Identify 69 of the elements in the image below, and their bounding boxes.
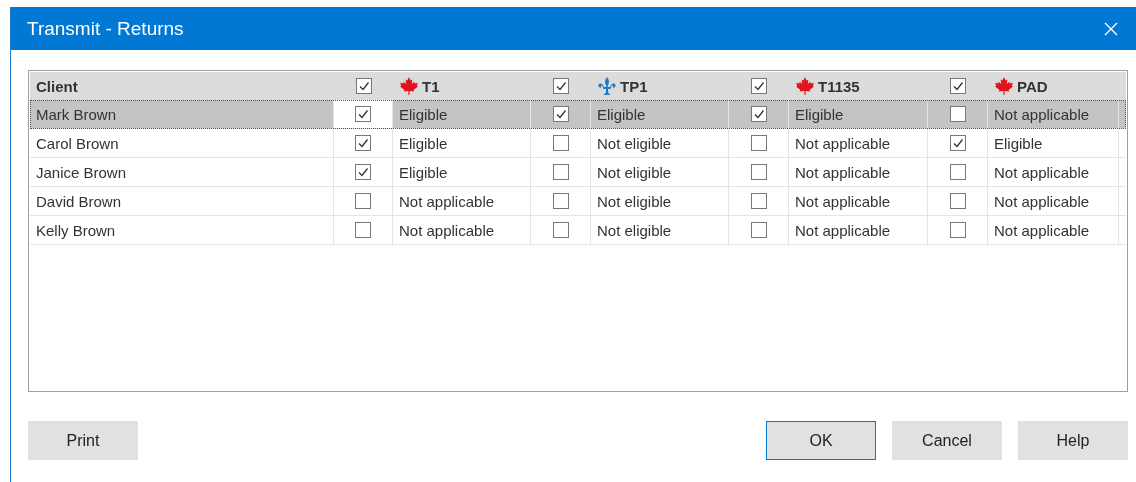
close-icon[interactable]	[1104, 21, 1118, 36]
checkbox[interactable]	[355, 193, 371, 209]
column-header: PAD	[1017, 77, 1048, 95]
checkbox[interactable]	[552, 222, 569, 238]
status-text: Not eligible	[597, 163, 672, 181]
checkbox[interactable]	[355, 164, 371, 180]
status-text: Not eligible	[597, 192, 672, 210]
maple-leaf-icon	[795, 76, 815, 96]
status-text: Not eligible	[597, 134, 672, 152]
status-text: Eligible	[994, 134, 1043, 152]
status-text: Eligible	[597, 105, 646, 123]
status-text: Not applicable	[994, 105, 1090, 123]
checkbox[interactable]	[552, 106, 569, 122]
checkbox[interactable]	[355, 106, 371, 122]
checkbox[interactable]	[552, 135, 569, 151]
checkbox[interactable]	[750, 164, 767, 180]
dialog-button[interactable]: Print	[28, 421, 138, 460]
status-text: Eligible	[795, 105, 844, 123]
table-row[interactable]: Carol Brown Eligible Not eligible Not applicable Eligible	[30, 129, 1126, 158]
status-text: Not applicable	[994, 163, 1090, 181]
status-text: Eligible	[399, 134, 448, 152]
checkbox[interactable]	[750, 106, 767, 122]
checkbox[interactable]	[750, 135, 767, 151]
status-text: Not applicable	[795, 163, 891, 181]
column-header: TP1	[620, 77, 648, 95]
checkbox[interactable]	[750, 222, 767, 238]
checkbox[interactable]	[949, 222, 966, 238]
fleur-de-lis-icon	[597, 76, 617, 96]
table-row[interactable]: Mark Brown Eligible Eligible Eligible Not applicable	[30, 100, 1126, 129]
checkbox[interactable]	[751, 78, 767, 94]
client-name: Kelly Brown	[36, 221, 116, 239]
checkbox[interactable]	[355, 135, 371, 151]
checkbox[interactable]	[553, 78, 569, 94]
checkbox[interactable]	[949, 106, 966, 122]
checkbox[interactable]	[552, 193, 569, 209]
checkbox[interactable]	[949, 135, 966, 151]
dialog-button[interactable]: OK	[766, 421, 876, 460]
checkbox[interactable]	[949, 164, 966, 180]
status-text: Eligible	[399, 163, 448, 181]
status-text: Not eligible	[597, 221, 672, 239]
client-name: Carol Brown	[36, 134, 119, 152]
maple-leaf-icon	[399, 76, 419, 96]
status-text: Not applicable	[795, 221, 891, 239]
status-text: Not applicable	[399, 192, 495, 210]
status-text: Not applicable	[994, 221, 1090, 239]
column-header: T1135	[818, 77, 860, 95]
window-title: Transmit - Returns	[27, 17, 184, 40]
status-text: Not applicable	[994, 192, 1090, 210]
checkbox[interactable]	[355, 78, 372, 94]
table-row[interactable]: Janice Brown Eligible Not eligible Not applicable Not applicable	[30, 158, 1126, 187]
checkbox[interactable]	[950, 78, 966, 94]
client-name: Janice Brown	[36, 163, 127, 181]
client-name: David Brown	[36, 192, 122, 210]
dialog-button[interactable]: Cancel	[892, 421, 1002, 460]
status-text: Not applicable	[399, 221, 495, 239]
checkbox[interactable]	[355, 222, 371, 238]
checkbox[interactable]	[750, 193, 767, 209]
column-header: T1	[422, 77, 440, 95]
table-row[interactable]: Kelly Brown Not applicable Not eligible Not applicable Not applicable	[30, 216, 1126, 245]
table-row[interactable]: David Brown Not applicable Not eligible Not applicable Not applicable	[30, 187, 1126, 216]
status-text: Not applicable	[795, 134, 891, 152]
dialog-button[interactable]: Help	[1018, 421, 1128, 460]
checkbox[interactable]	[552, 164, 569, 180]
status-text: Eligible	[399, 105, 448, 123]
column-header: Client	[35, 76, 79, 97]
checkbox[interactable]	[949, 193, 966, 209]
status-text: Not applicable	[795, 192, 891, 210]
client-name: Mark Brown	[36, 105, 117, 123]
maple-leaf-icon	[994, 76, 1014, 96]
